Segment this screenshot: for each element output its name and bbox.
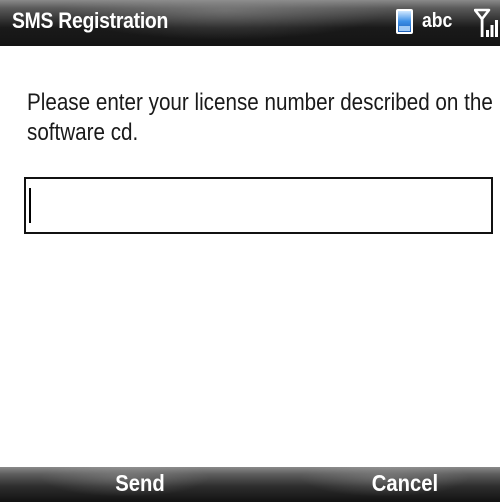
device-icon	[396, 9, 413, 34]
input-mode-indicator[interactable]: abc	[422, 10, 452, 33]
text-caret	[29, 188, 31, 223]
signal-icon	[474, 8, 498, 37]
window-title: SMS Registration	[12, 8, 169, 33]
sms-registration-screen: SMS Registration abc Please enter your l…	[0, 0, 500, 502]
softkey-bar: Send Cancel	[0, 467, 500, 502]
license-number-input[interactable]	[24, 177, 493, 234]
cancel-button[interactable]: Cancel	[352, 470, 458, 497]
send-button[interactable]: Send	[96, 470, 184, 497]
title-bar: SMS Registration abc	[0, 0, 500, 46]
instruction-text: Please enter your license number describ…	[27, 89, 493, 146]
status-area: abc	[390, 0, 500, 46]
